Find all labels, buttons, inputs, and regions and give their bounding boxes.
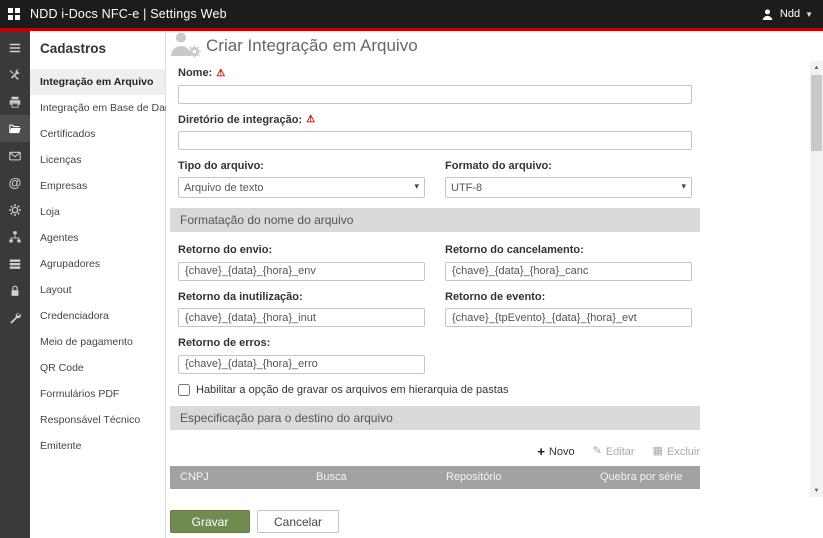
retorno-cancelamento-input[interactable] (445, 262, 692, 281)
retorno-envio-label: Retorno do envio: (178, 244, 425, 257)
folder-open-icon[interactable] (0, 115, 30, 142)
destino-table-header: CNPJ Busca Repositório Quebra por série (170, 466, 700, 489)
user-icon (760, 7, 775, 22)
sidebar-item-emitente[interactable]: Emitente (30, 433, 165, 459)
sidebar-title: Cadastros (30, 31, 165, 69)
destino-toolbar: + Novo ✎ Editar ▦ Excluir (178, 446, 700, 458)
col-repositorio: Repositório (436, 466, 590, 489)
printer-icon[interactable] (0, 88, 30, 115)
retorno-cancelamento-label: Retorno do cancelamento: (445, 244, 692, 257)
editar-button[interactable]: ✎ Editar (593, 446, 635, 458)
nome-input[interactable] (178, 85, 692, 104)
icon-rail: @ (0, 31, 30, 538)
hierarquia-pastas-checkbox[interactable] (178, 384, 190, 396)
col-busca: Busca (306, 466, 436, 489)
app-title: NDD i-Docs NFC-e | Settings Web (30, 7, 227, 21)
sidebar: Cadastros Integração em Arquivo Integraç… (30, 31, 166, 538)
page-header: Criar Integração em Arquivo (166, 31, 823, 61)
formato-arquivo-select[interactable]: UTF-8 (445, 177, 692, 198)
retorno-erros-input[interactable] (178, 355, 425, 374)
at-sign-icon[interactable]: @ (0, 169, 30, 196)
delete-grid-icon: ▦ (653, 446, 663, 457)
col-quebra-serie: Quebra por série (590, 466, 700, 489)
sidebar-item-loja[interactable]: Loja (30, 199, 165, 225)
sidebar-item-agentes[interactable]: Agentes (30, 225, 165, 251)
nome-label: Nome: ⚠ (178, 67, 810, 80)
retorno-inutilizacao-input[interactable] (178, 308, 425, 327)
retorno-evento-label: Retorno de evento: (445, 291, 692, 304)
cancelar-button[interactable]: Cancelar (257, 510, 339, 533)
form-scroll-area: Nome: ⚠ Diretório de integração: ⚠ Tipo … (166, 61, 810, 497)
topbar: NDD i-Docs NFC-e | Settings Web Ndd ▼ (0, 0, 823, 28)
formato-arquivo-label: Formato do arquivo: (445, 160, 692, 173)
menu-icon[interactable] (0, 34, 30, 61)
gear-icon[interactable] (0, 196, 30, 223)
sidebar-item-licencas[interactable]: Licenças (30, 147, 165, 173)
section-destino-header: Especificação para o destino do arquivo (170, 406, 700, 430)
required-warning-icon: ⚠ (216, 69, 225, 79)
plus-icon: + (537, 446, 545, 457)
col-cnpj: CNPJ (170, 466, 306, 489)
chevron-down-icon: ▼ (805, 10, 813, 19)
sidebar-item-certificados[interactable]: Certificados (30, 121, 165, 147)
page-icon (168, 30, 202, 61)
apps-grid-icon[interactable] (8, 8, 20, 20)
gravar-button[interactable]: Gravar (170, 510, 250, 533)
main-content: Criar Integração em Arquivo Nome: ⚠ Dire… (166, 31, 823, 538)
tipo-arquivo-label: Tipo do arquivo: (178, 160, 425, 173)
mail-icon[interactable] (0, 142, 30, 169)
retorno-inutilizacao-label: Retorno da inutilização: (178, 291, 425, 304)
sidebar-item-formularios-pdf[interactable]: Formulários PDF (30, 381, 165, 407)
excluir-button[interactable]: ▦ Excluir (653, 446, 700, 458)
sidebar-item-responsavel-tecnico[interactable]: Responsável Técnico (30, 407, 165, 433)
required-warning-icon: ⚠ (306, 115, 315, 125)
scrollbar-thumb[interactable] (811, 75, 822, 151)
diretorio-label: Diretório de integração: ⚠ (178, 114, 810, 127)
retorno-envio-input[interactable] (178, 262, 425, 281)
page-title: Criar Integração em Arquivo (206, 36, 418, 56)
sidebar-item-credenciadora[interactable]: Credenciadora (30, 303, 165, 329)
novo-button[interactable]: + Novo (537, 446, 574, 458)
sidebar-item-qr-code[interactable]: QR Code (30, 355, 165, 381)
lock-icon[interactable] (0, 277, 30, 304)
sidebar-item-layout[interactable]: Layout (30, 277, 165, 303)
list-icon[interactable] (0, 250, 30, 277)
user-name: Ndd (780, 8, 800, 20)
sidebar-item-meio-pagamento[interactable]: Meio de pagamento (30, 329, 165, 355)
tipo-arquivo-select[interactable]: Arquivo de texto (178, 177, 425, 198)
scroll-down-button[interactable]: ▼ (810, 484, 823, 497)
retorno-evento-input[interactable] (445, 308, 692, 327)
sidebar-item-agrupadores[interactable]: Agrupadores (30, 251, 165, 277)
user-menu[interactable]: Ndd ▼ (760, 7, 813, 22)
sidebar-item-integracao-arquivo[interactable]: Integração em Arquivo (30, 69, 165, 95)
vertical-scrollbar[interactable]: ▲ ▼ (810, 61, 823, 497)
wrench-icon[interactable] (0, 304, 30, 331)
diretorio-input[interactable] (178, 131, 692, 150)
hierarchy-icon[interactable] (0, 223, 30, 250)
form-actions: Gravar Cancelar (170, 510, 339, 533)
retorno-erros-label: Retorno de erros: (178, 337, 425, 350)
scroll-up-button[interactable]: ▲ (810, 61, 823, 74)
tools-icon[interactable] (0, 61, 30, 88)
hierarquia-pastas-label: Habilitar a opção de gravar os arquivos … (196, 384, 508, 396)
sidebar-item-integracao-base-dados[interactable]: Integração em Base de Dados (30, 95, 165, 121)
sidebar-item-empresas[interactable]: Empresas (30, 173, 165, 199)
pencil-icon: ✎ (593, 446, 602, 457)
section-formatacao-header: Formatação do nome do arquivo (170, 208, 700, 232)
